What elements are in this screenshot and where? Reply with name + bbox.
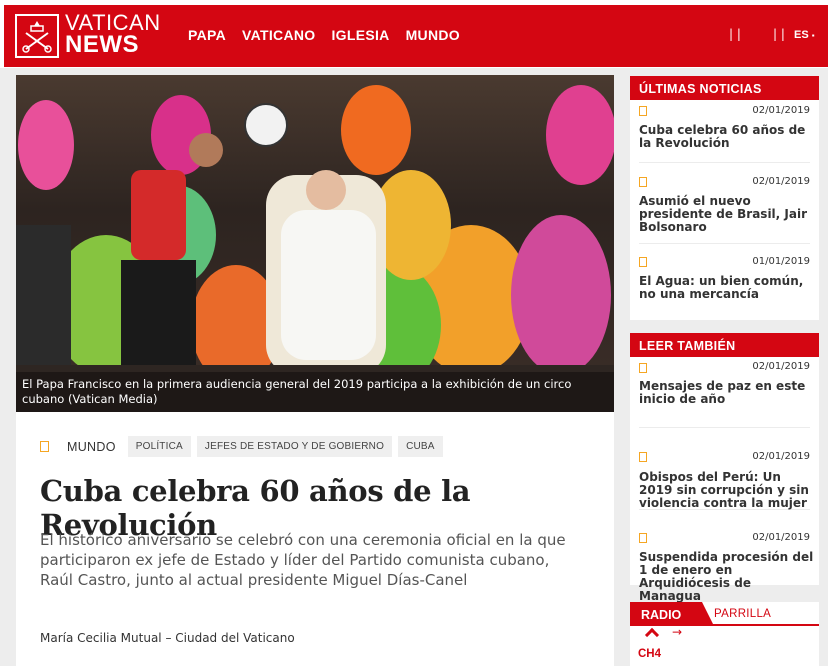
hero-image[interactable]: El Papa Francisco en la primera audienci… xyxy=(16,75,614,412)
news-title[interactable]: El Agua: un bien común, no una mercancía xyxy=(639,275,815,301)
also-read-box: LEER TAMBIÉN 02/01/2019 Mensajes de paz … xyxy=(630,333,819,603)
news-title[interactable]: Cuba celebra 60 años de la Revolución xyxy=(639,124,815,150)
nav-iglesia[interactable]: IGLESIA xyxy=(331,27,389,43)
news-date: 02/01/2019 xyxy=(752,361,810,372)
tab-radio[interactable]: RADIO xyxy=(630,602,714,626)
latest-news-heading: ÚLTIMAS NOTICIAS xyxy=(630,76,819,100)
arrow-right-icon[interactable]: → xyxy=(672,625,682,639)
latest-news-item[interactable]: 02/01/2019 Asumió el nuevo presidente de… xyxy=(639,163,810,244)
logo-text-bottom: NEWS xyxy=(65,31,139,58)
hero-caption: El Papa Francisco en la primera audienci… xyxy=(16,372,614,412)
latest-news-item[interactable]: 02/01/2019 Cuba celebra 60 años de la Re… xyxy=(639,100,810,163)
news-title[interactable]: Suspendida procesión del 1 de enero en A… xyxy=(639,551,815,603)
main-nav: PAPA VATICANO IGLESIA MUNDO xyxy=(188,27,476,43)
papal-keys-icon xyxy=(15,14,59,58)
article-byline: María Cecilia Mutual – Ciudad del Vatica… xyxy=(40,631,295,645)
hero-photo-illustration xyxy=(16,85,614,412)
news-date: 02/01/2019 xyxy=(752,176,810,187)
news-date: 01/01/2019 xyxy=(752,256,810,267)
latest-news-box: ÚLTIMAS NOTICIAS 02/01/2019 Cuba celebra… xyxy=(630,76,819,320)
menu-icon[interactable]: | | xyxy=(773,27,785,41)
vatican-news-logo[interactable]: VATICAN NEWS xyxy=(15,11,160,58)
news-icon xyxy=(639,257,647,267)
news-date: 02/01/2019 xyxy=(752,532,810,543)
news-title[interactable]: Asumió el nuevo presidente de Brasil, Ja… xyxy=(639,195,815,234)
section-icon xyxy=(40,441,49,452)
news-icon xyxy=(639,106,647,116)
news-title[interactable]: Obispos del Perú: Un 2019 sin corrupción… xyxy=(639,471,815,510)
news-title[interactable]: Mensajes de paz en este inicio de año xyxy=(639,380,815,406)
tag-politica[interactable]: POLÍTICA xyxy=(127,436,191,457)
channel-label[interactable]: CH4 xyxy=(638,648,661,660)
also-read-item[interactable]: 02/01/2019 Obispos del Perú: Un 2019 sin… xyxy=(639,428,810,510)
search-icon[interactable]: | | xyxy=(729,27,741,41)
language-selector[interactable]: ES ▪ xyxy=(794,29,815,41)
news-date: 02/01/2019 xyxy=(752,105,810,116)
language-label: ES xyxy=(794,29,809,41)
radio-widget: RADIO PARRILLA → CH4 xyxy=(630,602,819,666)
also-read-item[interactable]: 02/01/2019 Mensajes de paz en este inici… xyxy=(639,357,810,428)
tag-jefes-de-estado[interactable]: JEFES DE ESTADO Y DE GOBIERNO xyxy=(196,436,393,457)
news-icon xyxy=(639,177,647,187)
article-card: MUNDO POLÍTICA JEFES DE ESTADO Y DE GOBI… xyxy=(16,412,614,666)
news-date: 02/01/2019 xyxy=(752,451,810,462)
news-icon xyxy=(639,452,647,462)
also-read-item[interactable]: 02/01/2019 Suspendida procesión del 1 de… xyxy=(639,510,813,603)
tab-parrilla[interactable]: PARRILLA xyxy=(714,608,771,620)
chevron-up-icon[interactable] xyxy=(644,627,660,643)
also-read-heading: LEER TAMBIÉN xyxy=(630,333,819,357)
chevron-down-icon: ▪ xyxy=(811,31,815,40)
nav-mundo[interactable]: MUNDO xyxy=(406,27,460,43)
nav-vaticano[interactable]: VATICANO xyxy=(242,27,315,43)
latest-news-item[interactable]: 01/01/2019 El Agua: un bien común, no un… xyxy=(639,244,810,314)
nav-papa[interactable]: PAPA xyxy=(188,27,226,43)
tag-bar: MUNDO POLÍTICA JEFES DE ESTADO Y DE GOBI… xyxy=(40,436,449,457)
news-icon xyxy=(639,533,647,543)
section-label[interactable]: MUNDO xyxy=(67,440,116,454)
article-summary: El histórico aniversario se celebró con … xyxy=(40,531,566,589)
site-header: VATICAN NEWS PAPA VATICANO IGLESIA MUNDO… xyxy=(0,0,828,68)
news-icon xyxy=(639,363,647,373)
tag-cuba[interactable]: CUBA xyxy=(398,436,443,457)
radio-tabs: RADIO PARRILLA xyxy=(630,602,819,626)
